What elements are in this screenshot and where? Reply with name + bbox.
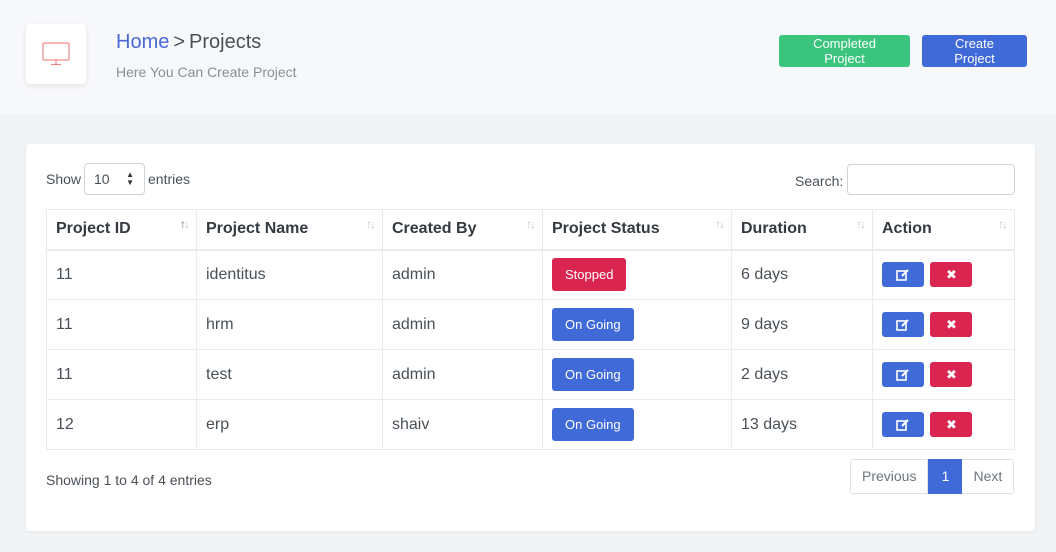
cell-created-by: shaiv	[382, 399, 543, 450]
edit-button[interactable]	[882, 262, 924, 288]
cell-action: ✖	[872, 299, 1015, 350]
projects-table: Project ID ↑↓ Project Name ↑↓ Created By ↑↓…	[46, 209, 1015, 450]
cell-status: On Going	[542, 399, 732, 450]
edit-icon	[896, 369, 909, 381]
search-label: Search:	[795, 173, 844, 189]
close-icon: ✖	[946, 367, 957, 382]
column-label: Project Status	[552, 220, 660, 238]
sort-icon: ↑↓	[856, 217, 866, 231]
sort-icon: ↑↓	[526, 217, 536, 231]
sort-icon: ↑↓	[998, 217, 1008, 231]
entries-select[interactable]: 10 ▲ ▼	[84, 163, 145, 195]
cell-duration: 13 days	[731, 399, 873, 450]
breadcrumb-home-link[interactable]: Home	[116, 31, 169, 53]
cell-duration: 6 days	[731, 249, 873, 300]
page-header: Home > Projects Here You Can Create Projec…	[0, 0, 1056, 114]
column-label: Project Name	[206, 220, 309, 238]
cell-status: On Going	[542, 299, 732, 350]
previous-page-button[interactable]: Previous	[850, 459, 929, 494]
search-input[interactable]	[847, 164, 1015, 195]
column-header-created-by[interactable]: Created By ↑↓	[382, 209, 543, 251]
breadcrumb: Home > Projects	[116, 31, 261, 54]
delete-button[interactable]: ✖	[930, 262, 973, 288]
delete-button[interactable]: ✖	[930, 412, 973, 437]
cell-project-name: identitus	[196, 249, 383, 300]
column-label: Action	[882, 220, 932, 238]
table-row: 12 erp shaiv On Going 13 days ✖	[46, 399, 1015, 450]
cell-action: ✖	[872, 349, 1015, 400]
pagination: Previous 1 Next	[850, 459, 1015, 494]
close-icon: ✖	[946, 267, 957, 283]
status-badge: On Going	[552, 408, 634, 441]
sort-icon: ↑↓	[715, 217, 725, 231]
column-header-project-status[interactable]: Project Status ↑↓	[542, 209, 732, 251]
cell-project-id: 12	[46, 399, 197, 450]
select-arrows-icon: ▲ ▼	[126, 170, 134, 187]
entries-label: entries	[148, 171, 191, 187]
edit-icon	[896, 269, 909, 281]
cell-action: ✖	[872, 249, 1015, 300]
cell-duration: 9 days	[731, 299, 873, 350]
edit-button[interactable]	[882, 312, 924, 337]
completed-project-button[interactable]: Completed Project	[779, 35, 910, 67]
entries-select-value: 10	[94, 171, 110, 187]
table-row: 11 test admin On Going 2 days ✖	[46, 349, 1015, 400]
cell-project-name: test	[196, 349, 383, 400]
show-label: Show	[46, 171, 82, 187]
breadcrumb-current: Projects	[189, 31, 262, 53]
edit-button[interactable]	[882, 362, 924, 387]
projects-card: Show 10 ▲ ▼ entries Search: Project ID ↑↓ …	[26, 144, 1035, 531]
cell-action: ✖	[872, 399, 1015, 450]
page-icon-box	[26, 24, 86, 84]
page-subtitle: Here You Can Create Project	[116, 64, 297, 80]
delete-button[interactable]: ✖	[930, 362, 973, 387]
status-badge: On Going	[552, 358, 634, 391]
column-header-action[interactable]: Action ↑↓	[872, 209, 1015, 251]
table-header-row: Project ID ↑↓ Project Name ↑↓ Created By ↑↓…	[46, 209, 1015, 251]
table-row: 11 hrm admin On Going 9 days ✖	[46, 299, 1015, 350]
create-project-button[interactable]: Create Project	[922, 35, 1027, 67]
cell-status: Stopped	[542, 249, 732, 300]
cell-project-id: 11	[46, 349, 197, 400]
next-page-button[interactable]: Next	[962, 459, 1015, 494]
status-badge: Stopped	[552, 258, 627, 292]
sort-asc-icon: ↑↓	[180, 217, 190, 231]
cell-project-id: 11	[46, 249, 197, 300]
column-label: Project ID	[56, 220, 131, 238]
cell-created-by: admin	[382, 249, 543, 300]
table-info: Showing 1 to 4 of 4 entries	[46, 472, 212, 488]
cell-project-name: erp	[196, 399, 383, 450]
table-row: 11 identitus admin Stopped 6 days ✖	[46, 249, 1015, 300]
column-header-project-id[interactable]: Project ID ↑↓	[46, 209, 197, 251]
breadcrumb-separator: >	[173, 31, 186, 53]
cell-project-id: 11	[46, 299, 197, 350]
cell-duration: 2 days	[731, 349, 873, 400]
cell-created-by: admin	[382, 299, 543, 350]
edit-button[interactable]	[882, 412, 924, 437]
column-header-project-name[interactable]: Project Name ↑↓	[196, 209, 383, 251]
sort-icon: ↑↓	[366, 217, 376, 231]
edit-icon	[896, 419, 909, 431]
edit-icon	[896, 319, 909, 331]
cell-project-name: hrm	[196, 299, 383, 350]
column-label: Created By	[392, 220, 477, 238]
column-label: Duration	[741, 220, 807, 238]
cell-created-by: admin	[382, 349, 543, 400]
status-badge: On Going	[552, 308, 634, 341]
cell-status: On Going	[542, 349, 732, 400]
close-icon: ✖	[946, 317, 957, 332]
page-1-button[interactable]: 1	[928, 459, 963, 494]
column-header-duration[interactable]: Duration ↑↓	[731, 209, 873, 251]
delete-button[interactable]: ✖	[930, 312, 973, 337]
monitor-icon	[42, 42, 70, 66]
close-icon: ✖	[946, 417, 957, 432]
